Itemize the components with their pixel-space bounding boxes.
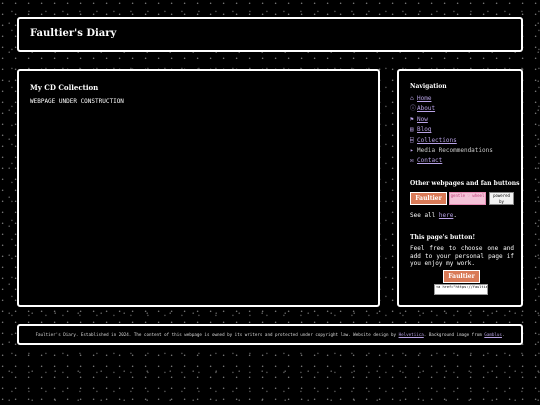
other-webpages-heading: Other webpages and fan buttons xyxy=(410,180,520,187)
info-icon: ⓘ xyxy=(410,105,417,113)
page-button-heading: This page's button! xyxy=(410,234,476,241)
header-panel: Faultier's Diary xyxy=(17,17,523,52)
page-button-description: Feel free to choose one and add to your … xyxy=(410,245,514,267)
nav-item-label: About xyxy=(417,105,436,113)
main-content-panel: My CD Collection WEBPAGE UNDER CONSTRUCT… xyxy=(17,69,380,307)
home-icon: ⌂ xyxy=(410,95,414,102)
nav-item-label: Now xyxy=(417,115,428,123)
embed-code-box[interactable]: <a href="https://faultier... xyxy=(434,284,488,295)
fan-buttons-row: Faultier gentle ♡ wheel powered by Prolo… xyxy=(410,192,514,205)
footer-panel: Faultier's Diary. Established in 2024. T… xyxy=(17,324,523,345)
fan-button-faultier[interactable]: Faultier xyxy=(410,192,447,205)
background-source-link[interactable]: Gamblus xyxy=(484,332,502,337)
nav-item-now[interactable]: ⚑ Now xyxy=(410,115,493,125)
nav-item-label: Home xyxy=(417,95,432,102)
construction-notice: WEBPAGE UNDER CONSTRUCTION xyxy=(30,98,124,105)
nav-list: ⌂ Home ⓘAbout ⚑ Now ▤ Blog ⌸ Collections ▸ Me… xyxy=(410,94,493,167)
blog-icon: ▤ xyxy=(410,126,414,134)
sidebar-panel: Navigation ⌂ Home ⓘAbout ⚑ Now ▤ Blog ⌸ Coll… xyxy=(397,69,523,307)
nav-item-label: Media Recommendations xyxy=(417,146,493,154)
nav-item-home[interactable]: ⌂ Home xyxy=(410,94,493,104)
nav-item-label: Contact xyxy=(417,157,443,165)
nav-heading: Navigation xyxy=(410,83,447,90)
site-title[interactable]: Faultier's Diary xyxy=(30,28,116,39)
nav-item-about[interactable]: ⓘAbout xyxy=(410,104,493,114)
fan-button-prologue[interactable]: powered by Prologue xyxy=(489,192,514,205)
see-all-prefix: See all xyxy=(410,212,439,219)
nav-item-media-recommendations[interactable]: ▸ Media Recommendations xyxy=(410,146,493,156)
designer-link[interactable]: Helvetiica xyxy=(399,332,424,337)
see-all-link[interactable]: here xyxy=(439,212,453,219)
footer-text-middle: . Background image from xyxy=(423,332,485,337)
mail-icon: ✉ xyxy=(410,157,414,165)
collections-icon: ⌸ xyxy=(410,136,414,144)
nav-item-label: Blog xyxy=(417,126,432,134)
nav-item-collections[interactable]: ⌸ Collections xyxy=(410,136,493,146)
nav-item-label: Collections xyxy=(417,136,457,144)
see-all-line: See all here. xyxy=(410,212,457,219)
footer-text-before: Faultier's Diary. Established in 2024. T… xyxy=(35,332,399,337)
page-title: My CD Collection xyxy=(30,83,99,92)
nav-item-blog[interactable]: ▤ Blog xyxy=(410,125,493,135)
footer-text: Faultier's Diary. Established in 2024. T… xyxy=(19,332,521,337)
fan-button-gentle-wheel[interactable]: gentle ♡ wheel xyxy=(449,192,486,205)
page-button-image[interactable]: Faultier xyxy=(443,270,480,283)
see-all-suffix: . xyxy=(453,212,457,219)
flag-icon: ⚑ xyxy=(410,115,414,123)
nav-item-contact[interactable]: ✉ Contact xyxy=(410,156,493,166)
caret-right-icon: ▸ xyxy=(410,146,414,154)
footer-text-after: . xyxy=(501,332,505,337)
